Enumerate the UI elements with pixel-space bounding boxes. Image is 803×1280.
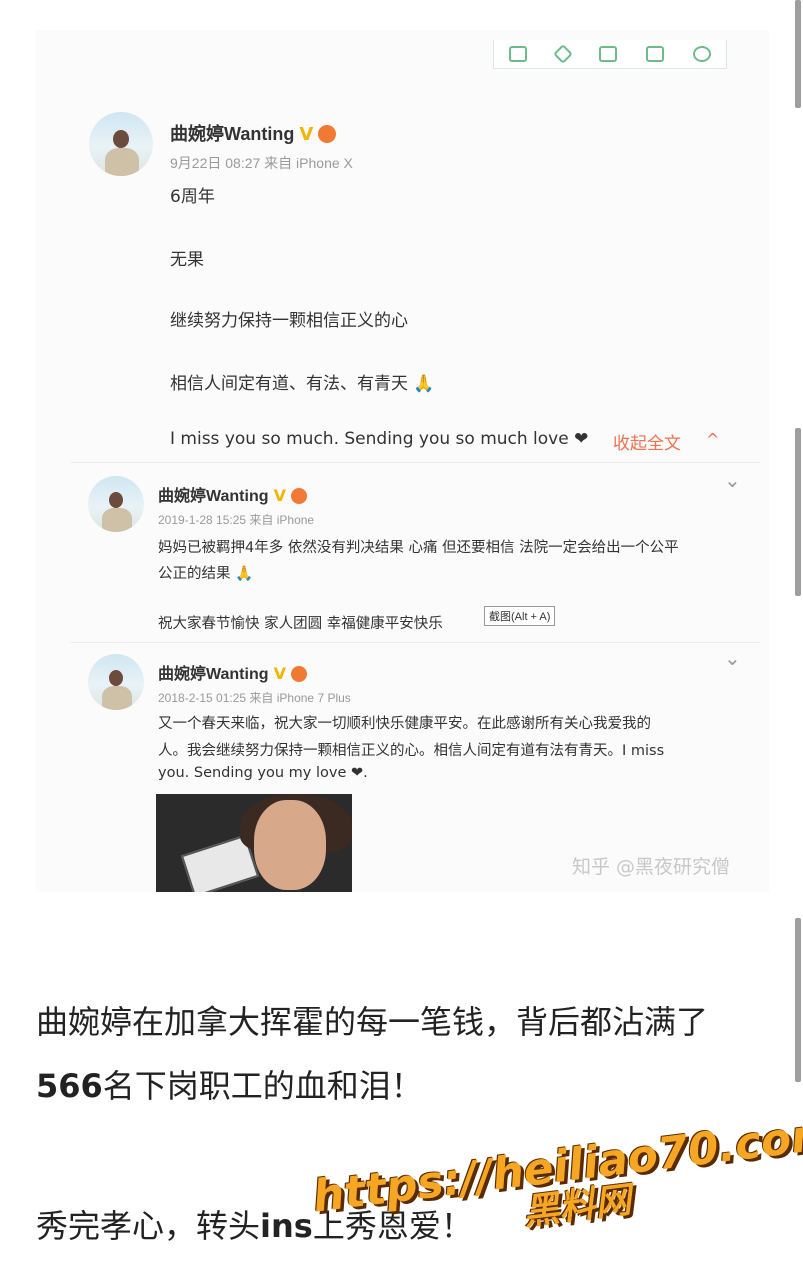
post-text-line: 公正的结果 🙏	[158, 566, 254, 582]
post-text-line: 相信人间定有道、有法、有青天 🙏	[170, 374, 435, 394]
chevron-down-icon[interactable]: ⌄	[724, 468, 741, 492]
member-badge-icon	[318, 125, 337, 143]
article-line: 566名下岗职工的血和泪！	[36, 1060, 708, 1112]
scrollbar[interactable]	[793, 0, 803, 1280]
avatar[interactable]	[88, 654, 144, 710]
post-meta: 9月22日 08:27 来自 iPhone X	[170, 155, 353, 171]
post-text-line: 妈妈已被羁押4年多 依然没有判决结果 心痛 但还要相信 法院一定会给出一个公平	[158, 540, 679, 556]
article-text: 秀完孝心，转头	[36, 1207, 261, 1245]
chevron-down-icon[interactable]: ⌄	[724, 646, 741, 670]
verified-badge: V	[273, 486, 286, 505]
post-text-line: 6周年	[170, 187, 215, 207]
expand-icon[interactable]	[552, 44, 573, 64]
post-text-line: I miss you so much. Sending you so much …	[170, 429, 589, 449]
divider	[70, 642, 760, 643]
verified-badge: V	[299, 124, 314, 145]
article-paragraph: 曲婉婷在加拿大挥霍的每一笔钱，背后都沾满了 566名下岗职工的血和泪！	[36, 996, 708, 1112]
watermark: 知乎 @黑夜研究僧	[572, 856, 731, 878]
scrollbar-thumb[interactable]	[795, 428, 801, 596]
member-badge-icon	[291, 666, 308, 682]
avatar[interactable]	[89, 112, 153, 176]
article-text: 名下岗职工的血和泪！	[102, 1067, 423, 1105]
post-text-line: 无果	[170, 250, 204, 270]
post-photo[interactable]	[156, 794, 352, 892]
post-meta: 2018-2-15 01:25 来自 iPhone 7 Plus	[158, 691, 351, 705]
save-icon[interactable]	[508, 46, 527, 62]
collapse-link[interactable]: 收起全文	[613, 429, 681, 454]
scrollbar-thumb[interactable]	[795, 0, 801, 108]
post-text-line: 人。我会继续努力保持一颗相信正义的心。相信人间定有道有法有青天。I miss	[158, 743, 665, 759]
username[interactable]: 曲婉婷Wanting	[158, 488, 269, 505]
tooltip: 截图(Alt + A)	[484, 606, 556, 626]
bold-number: 566	[36, 1067, 103, 1105]
edit-icon[interactable]	[646, 46, 665, 62]
post-text-line: 又一个春天来临，祝大家一切顺利快乐健康平安。在此感谢所有关心我爱我的	[158, 716, 651, 732]
post-text-line: 继续努力保持一颗相信正义的心	[170, 311, 408, 331]
post-text-line: you. Sending you my love ❤.	[158, 765, 368, 781]
face-image	[254, 800, 326, 890]
article-line: 曲婉婷在加拿大挥霍的每一笔钱，背后都沾满了	[36, 1003, 709, 1041]
article-bold: ins	[260, 1207, 313, 1245]
avatar[interactable]	[88, 476, 144, 532]
save-as-icon[interactable]	[598, 46, 617, 62]
username[interactable]: 曲婉婷Wanting	[158, 666, 269, 683]
screenshot-toolbar	[493, 40, 727, 69]
divider	[70, 462, 760, 463]
post-meta: 2019-1-28 15:25 来自 iPhone	[158, 513, 315, 527]
member-badge-icon	[291, 488, 308, 504]
post-header: 曲婉婷Wanting V	[158, 660, 308, 684]
scrollbar-thumb[interactable]	[795, 918, 801, 1082]
settings-icon[interactable]	[693, 46, 712, 62]
post-text-line: 祝大家春节愉快 家人团圆 幸福健康平安快乐	[158, 616, 443, 632]
post-header: 曲婉婷Wanting V	[170, 120, 337, 146]
username[interactable]: 曲婉婷Wanting	[170, 124, 294, 144]
post-header: 曲婉婷Wanting V	[158, 482, 308, 506]
verified-badge: V	[273, 664, 286, 683]
chevron-up-icon[interactable]: ^	[706, 430, 719, 449]
